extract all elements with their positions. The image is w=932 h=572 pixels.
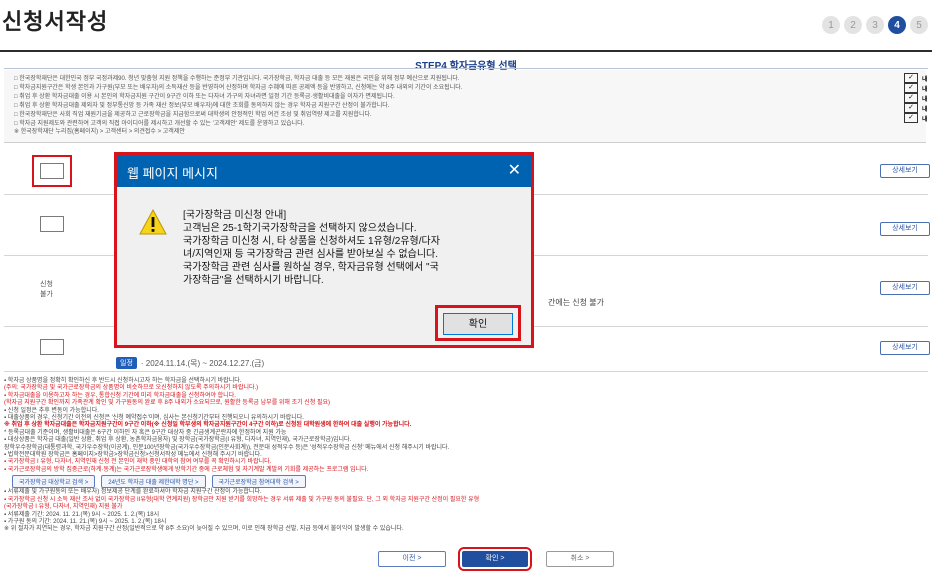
detail-button[interactable]: 상세보기: [880, 222, 930, 236]
related-links: 국가장학금 대상학교 검색 > 24년도 학자금 대출 제한대학 명단 > 국가근로…: [12, 475, 928, 489]
notice-text-line: ※ 위 절차가 지연되는 경우, 학자금 지원구간 산정(일반적으로 약 8주 …: [4, 526, 404, 533]
dialog-message-line: [국가장학금 미신청 안내]: [183, 210, 287, 221]
notice-text-line: (국가장학금 I 유형, 다자녀, 지역인재) 지원 불가: [4, 504, 123, 511]
notice-text-line: ▪ 서류제출 기간: 2024. 11. 21.(목) 9시 ~ 2025. 1…: [4, 511, 160, 518]
dialog-message-line: 녀/지역인재 등 국가장학금 관련 심사를 받아보실 수 없습니다.: [183, 249, 439, 260]
notice-text-line: ▪ 국가장학금 신청 시 소득 재산 조사 없이 국가장학금 II유형(대학 연…: [4, 496, 480, 503]
notice-text-line: ▪ 서류제출 및 가구원동의 또는 배우자) 정보제공 단계를 완료하셔야 학자…: [4, 489, 262, 496]
step-3: 3: [866, 16, 884, 34]
step-4-current: 4: [888, 16, 906, 34]
step-indicator: 1 2 3 4 5: [822, 16, 928, 34]
close-icon[interactable]: ✕: [508, 160, 521, 180]
page-title: 신청서작성: [2, 9, 109, 34]
notice-checkbox[interactable]: ✓: [904, 73, 918, 83]
step-heading-divider: [4, 68, 928, 69]
notice-check-label: 내: [922, 77, 928, 83]
notice-text-line: ※ 취업 후 상환 학자금대출은 학자금지원구간이 9구간 이하(※ 신청일 학…: [4, 422, 412, 429]
notice-line: □ 취업 후 상환 학자금대출 제외자 및 정부통신망 등 가족 재산 정보(부…: [14, 103, 390, 109]
cancel-button[interactable]: 취소 >: [546, 551, 614, 567]
notice-text-line: ▪ 신청 일정은 추후 변동이 가능합니다.: [4, 407, 99, 414]
notice-line: □ 한국장학재단은 대한민국 정부 국정과제90. 청년 맞춤형 지원 정책을 …: [14, 76, 460, 82]
notice-checkbox[interactable]: ✓: [904, 83, 918, 93]
fine-print: ▪ 학자금 상품명을 정확히 확인하신 후 반드시 신청하시고자 하는 학자금을…: [4, 378, 928, 534]
period-badge: 일정: [116, 357, 137, 369]
dialog-message-line: 국가장학금 미신청 시, 타 상품을 신청하셔도 1유형/2유형/다자: [183, 236, 440, 247]
dialog-title: 웹 페이지 메시지: [127, 166, 218, 181]
notice-text-line: ▪ 국가장학금 I 유형, 다자녀, 지역인재 신청 전 본인이 재학 중인 대…: [4, 459, 272, 466]
scholarship-checkbox[interactable]: [40, 216, 64, 232]
dialog-message-line: 가장학금"을 선택하시기 바랍니다.: [183, 275, 324, 286]
notice-text-line: ▪ 국가근로장학금의 방학 집중근로(하계·동계)는 국가근로장학생에게 방학기…: [4, 466, 369, 473]
notice-line: □ 학자금지원구간은 학생 본인과 가구원(부모 또는 배우자)의 소득재산 등…: [14, 85, 463, 91]
notice-text-line: (학자금 지원구간 확인까지 가족관계 확인 및 가구원동의 완료 후 8주 내…: [4, 400, 331, 407]
not-available-label: 신청: [40, 281, 53, 288]
notice-text-line: (주의: 국가장학금 및 국가근로장학금의 상품명이 비슷하므로 오신청하지 않…: [4, 385, 259, 392]
step-5: 5: [910, 16, 928, 34]
step-1: 1: [822, 16, 840, 34]
detail-button[interactable]: 상세보기: [880, 164, 930, 178]
detail-button[interactable]: 상세보기: [880, 281, 930, 295]
dialog-message: [국가장학금 미신청 안내] 고객님은 25-1학기국가장학금을 선택하지 않으…: [183, 209, 513, 287]
dialog-body: [국가장학금 미신청 안내] 고객님은 25-1학기국가장학금을 선택하지 않으…: [117, 187, 531, 345]
confirm-button[interactable]: 확인 >: [458, 547, 532, 571]
related-link-button[interactable]: 24년도 학자금 대출 제한대학 명단 >: [101, 475, 206, 489]
web-page-message-dialog: 웹 페이지 메시지 ✕ [국가장학금 미신청 안내] 고객님은 25-1학기국가…: [114, 152, 534, 348]
dialog-ok-button[interactable]: 확인: [443, 313, 513, 335]
notice-box: □ 한국장학재단은 대한민국 정부 국정과제90. 청년 맞춤형 지원 정책을 …: [4, 70, 928, 143]
notice-text-line: ▪ 대상상품은 학자금 대출(일반 상환, 취업 후 상환, 농촌학자금융자) …: [4, 437, 352, 444]
application-period: 일정 · 2024.11.14.(목) ~ 2024.12.27.(금): [116, 357, 264, 369]
prev-button[interactable]: 이전 >: [378, 551, 446, 567]
warning-icon: [139, 209, 167, 235]
notice-check-label: 내: [922, 97, 928, 103]
notice-check-label: 내: [922, 87, 928, 93]
notice-text-line: 장학우수장학금(대통령과학, 국가우수장학(이공계), 인문100년장학금(국가…: [4, 444, 450, 451]
detail-button[interactable]: 상세보기: [880, 341, 930, 355]
related-link-button[interactable]: 국가장학금 대상학교 검색 >: [12, 475, 96, 489]
notice-check-label: 내: [922, 107, 928, 113]
dialog-message-line: 국가장학금 관련 심사를 원하실 경우, 학자금유형 선택에서 "국: [183, 262, 439, 273]
row-tail-text: 간에는 신청 불가: [548, 298, 604, 307]
scholarship-checkbox-national[interactable]: [32, 155, 72, 187]
notice-line: □ 한국장학재단은 사회 직업 재원기금을 제공하고 근로장학금을 지급함으로써…: [14, 112, 372, 118]
scholarship-checkbox[interactable]: [40, 339, 64, 355]
dialog-titlebar: 웹 페이지 메시지 ✕: [117, 155, 531, 187]
notice-line: □ 취업 후 상환 학자금대출 이용 시 본인의 학자금지원 구간이 9구간 이…: [14, 94, 395, 100]
notice-check-label: 내: [922, 117, 928, 123]
step-2: 2: [844, 16, 862, 34]
header-divider: [0, 50, 932, 52]
notice-line: ※ 한국장학재단 누리집(홈페이지) > 고객센터 > 의견접수 > 고객제안: [14, 129, 185, 135]
notice-checkbox[interactable]: ✓: [904, 113, 918, 123]
period-text: · 2024.11.14.(목) ~ 2024.12.27.(금): [140, 358, 265, 368]
not-available-label: 불가: [40, 291, 53, 298]
notice-checkbox[interactable]: ✓: [904, 103, 918, 113]
notice-checkbox[interactable]: ✓: [904, 93, 918, 103]
dialog-message-line: 고객님은 25-1학기국가장학금을 선택하지 않으셨습니다.: [183, 223, 417, 234]
related-link-button[interactable]: 국가근로장학금 참여대학 검색 >: [211, 475, 306, 489]
